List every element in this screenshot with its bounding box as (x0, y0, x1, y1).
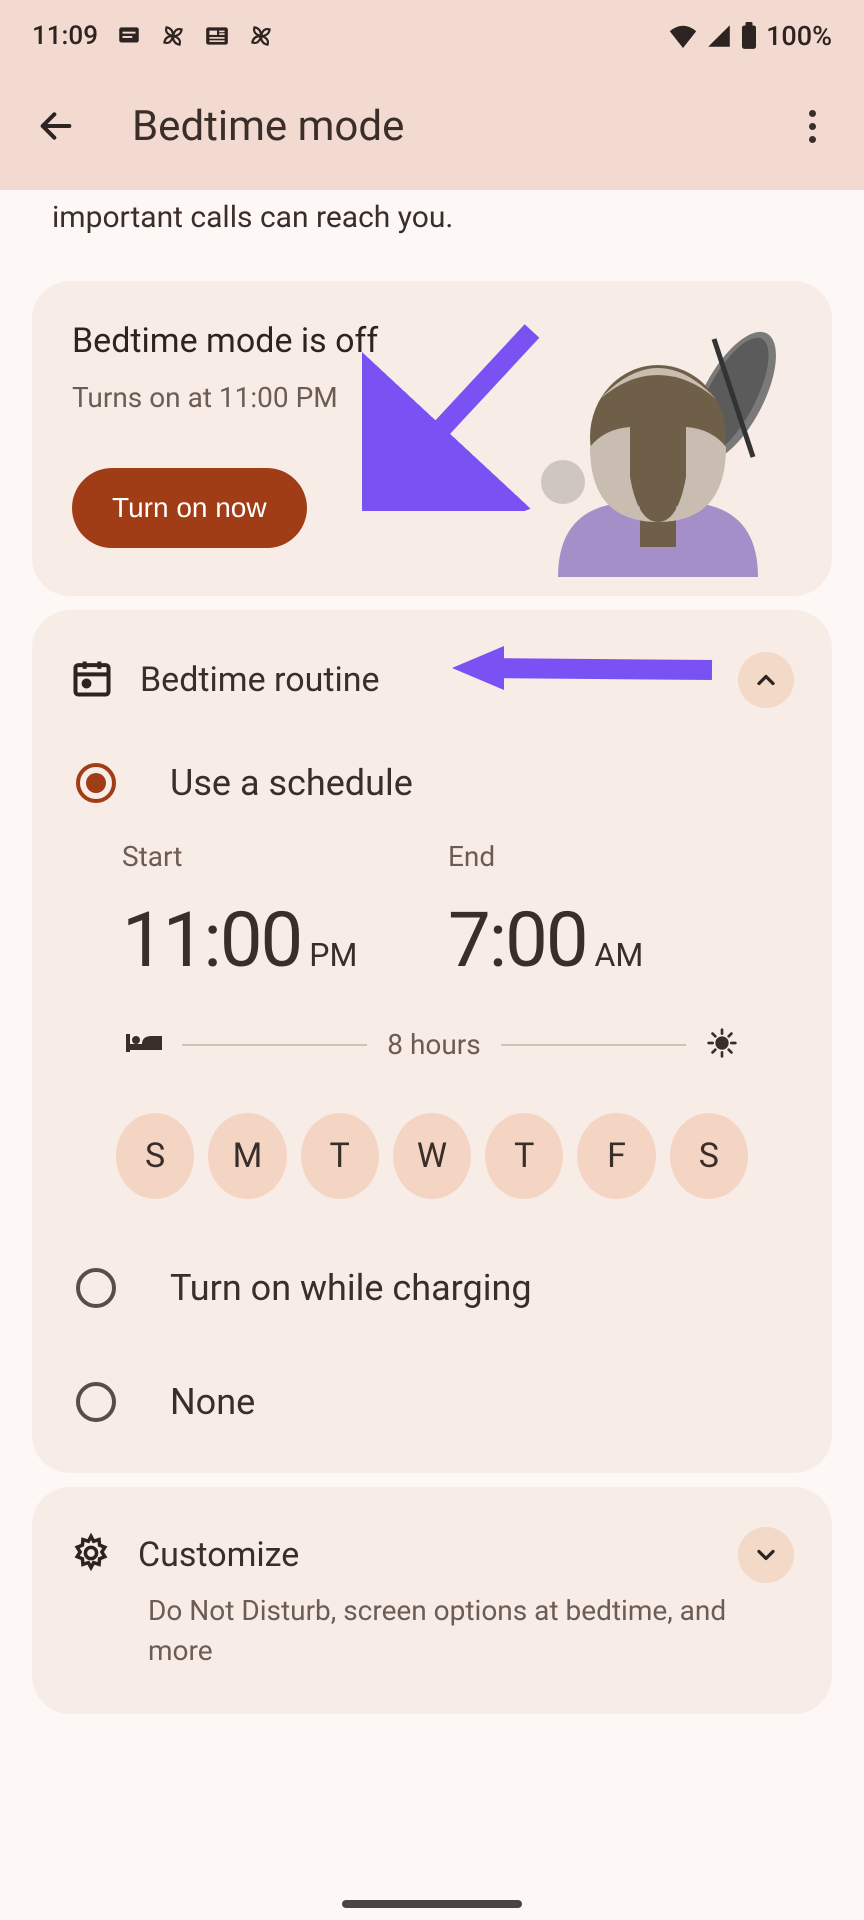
duration-text: 8 hours (387, 1028, 480, 1061)
intro-text: important calls can reach you. (8, 190, 856, 267)
nav-handle[interactable] (342, 1900, 522, 1908)
app-bar: Bedtime mode (0, 72, 864, 190)
cell-signal-icon (706, 24, 732, 48)
customize-card[interactable]: Customize Do Not Disturb, screen options… (32, 1487, 832, 1714)
calendar-icon (70, 656, 114, 704)
start-label: Start (122, 840, 428, 873)
page-title: Bedtime mode (132, 102, 784, 151)
sun-icon (706, 1027, 738, 1063)
end-ampm: AM (595, 936, 644, 974)
routine-section-title: Bedtime routine (140, 660, 712, 700)
end-time-picker[interactable]: End 7:00 AM (448, 840, 754, 985)
message-icon (116, 23, 142, 49)
bedtime-routine-card: Bedtime routine Use a schedule Start 11:… (32, 610, 832, 1473)
day-toggle-mon[interactable]: M (208, 1113, 286, 1199)
pinwheel-icon-2 (248, 23, 274, 49)
option-label: Turn on while charging (170, 1267, 532, 1309)
option-label: Use a schedule (170, 762, 413, 804)
option-while-charging[interactable]: Turn on while charging (70, 1219, 794, 1345)
status-time: 11:09 (32, 21, 98, 51)
battery-icon (740, 22, 758, 50)
days-row: S M T W T F S (70, 1091, 794, 1219)
bedtime-status-card: Bedtime mode is off Turns on at 11:00 PM… (32, 281, 832, 596)
customize-subtitle: Do Not Disturb, screen options at bedtim… (70, 1591, 794, 1676)
start-ampm: PM (309, 936, 357, 974)
end-time-value: 7:00 (448, 895, 587, 985)
radio-unselected-icon (76, 1268, 116, 1308)
day-toggle-wed[interactable]: W (393, 1113, 471, 1199)
back-button[interactable] (24, 94, 88, 158)
overflow-menu-button[interactable] (784, 98, 840, 154)
option-use-schedule[interactable]: Use a schedule (70, 726, 794, 840)
bedtime-illustration (528, 317, 788, 577)
end-label: End (448, 840, 754, 873)
collapse-button[interactable] (738, 652, 794, 708)
radio-unselected-icon (76, 1382, 116, 1422)
day-toggle-sun[interactable]: S (116, 1113, 194, 1199)
option-label: None (170, 1381, 255, 1423)
turn-on-now-button[interactable]: Turn on now (72, 468, 307, 548)
day-toggle-thu[interactable]: T (485, 1113, 563, 1199)
option-none[interactable]: None (70, 1345, 794, 1443)
bed-icon (126, 1030, 162, 1060)
customize-title: Customize (138, 1535, 712, 1575)
battery-percent: 100% (766, 20, 832, 52)
day-toggle-sat[interactable]: S (670, 1113, 748, 1199)
radio-selected-icon (76, 763, 116, 803)
day-toggle-fri[interactable]: F (577, 1113, 655, 1199)
wifi-icon (668, 24, 698, 48)
start-time-picker[interactable]: Start 11:00 PM (122, 840, 428, 985)
start-time-value: 11:00 (122, 895, 301, 985)
gear-icon (70, 1532, 112, 1578)
news-icon (204, 25, 230, 47)
status-bar: 11:09 100% (0, 0, 864, 72)
expand-button[interactable] (738, 1527, 794, 1583)
day-toggle-tue[interactable]: T (301, 1113, 379, 1199)
pinwheel-icon (160, 23, 186, 49)
duration-row: 8 hours (70, 985, 794, 1091)
